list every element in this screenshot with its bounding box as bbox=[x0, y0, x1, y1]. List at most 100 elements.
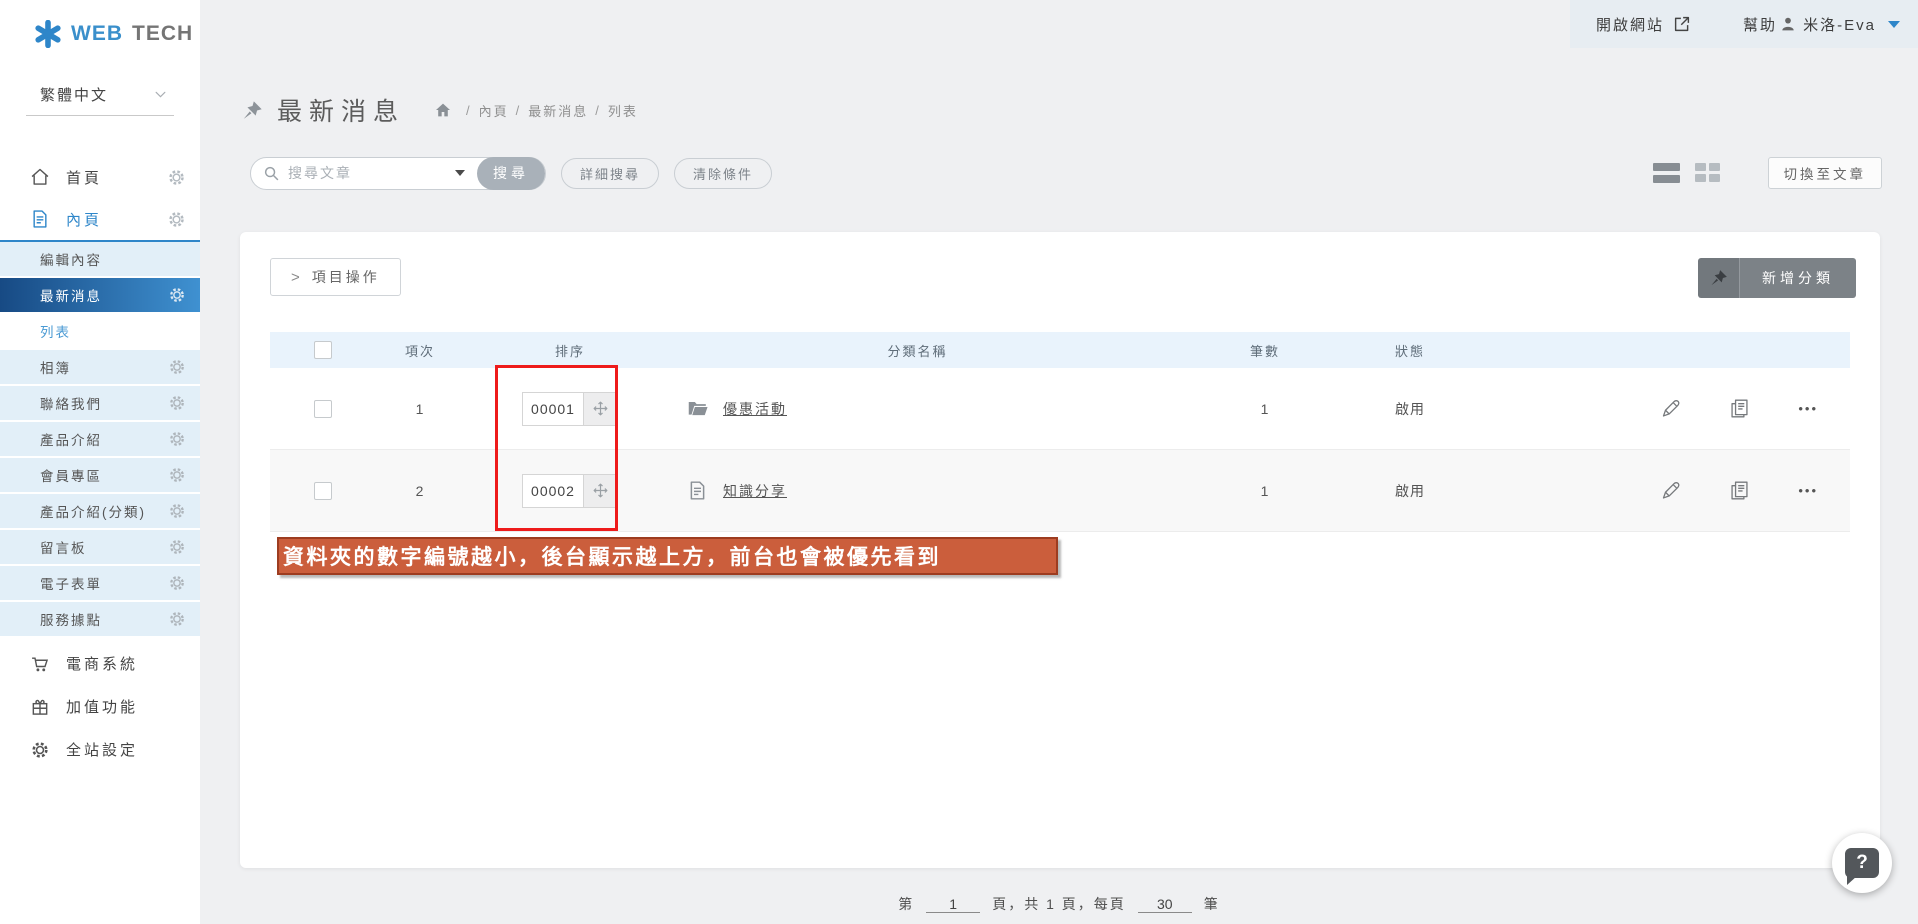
brand-logo: WEB TECH bbox=[0, 0, 200, 48]
search-bar: 搜尋 bbox=[250, 157, 546, 190]
panel-header: > 項目操作 新增分類 bbox=[240, 232, 1880, 298]
sidebar-subitem-list[interactable]: 列表 bbox=[0, 314, 200, 348]
gear-icon[interactable] bbox=[168, 430, 186, 448]
sort-control bbox=[485, 474, 655, 508]
caret-down-icon bbox=[1888, 21, 1900, 28]
category-name-cell: 知識分享 bbox=[655, 480, 1180, 501]
per-page-input[interactable] bbox=[1138, 896, 1192, 913]
pagination: 第頁，共 1 頁，每頁筆 bbox=[200, 894, 1918, 914]
gear-icon[interactable] bbox=[168, 502, 186, 520]
gear-icon[interactable] bbox=[168, 394, 186, 412]
more-actions-icon[interactable]: ••• bbox=[1798, 402, 1818, 415]
category-table: 項次 排序 分類名稱 筆數 狀態 1 優惠活動 bbox=[270, 332, 1850, 532]
sidebar-item-home[interactable]: 首頁 bbox=[0, 156, 200, 198]
search-input[interactable] bbox=[288, 165, 451, 181]
sidebar-subitem-message-board[interactable]: 留言板 bbox=[0, 530, 200, 564]
edit-pencil-icon[interactable] bbox=[1660, 398, 1681, 419]
user-name: 米洛-Eva bbox=[1803, 14, 1876, 35]
language-selector[interactable]: 繁體中文 bbox=[26, 78, 174, 116]
category-list-panel: > 項目操作 新增分類 項次 排序 分類名稱 筆數 狀態 bbox=[240, 232, 1880, 868]
row-checkbox[interactable] bbox=[314, 482, 332, 500]
list-view-icon[interactable] bbox=[1653, 163, 1680, 183]
more-actions-icon[interactable]: ••• bbox=[1798, 484, 1818, 497]
row-count: 1 bbox=[1180, 401, 1350, 417]
copy-icon[interactable] bbox=[1729, 480, 1750, 501]
document-icon bbox=[687, 480, 708, 501]
item-actions-label: 項目操作 bbox=[312, 267, 380, 287]
home-icon[interactable] bbox=[435, 102, 451, 118]
gear-icon[interactable] bbox=[167, 168, 186, 187]
help-link[interactable]: 幫助 bbox=[1743, 14, 1777, 35]
sidebar-item-site-settings[interactable]: 全站設定 bbox=[0, 728, 200, 771]
category-link[interactable]: 知識分享 bbox=[723, 481, 787, 501]
sidebar-subitem-products-categorized[interactable]: 產品介紹(分類) bbox=[0, 494, 200, 528]
toolbar: 搜尋 詳細搜尋 清除條件 切換至文章 bbox=[250, 156, 1882, 190]
gear-icon bbox=[30, 740, 50, 760]
home-icon bbox=[30, 167, 50, 187]
sidebar-item-addons[interactable]: 加值功能 bbox=[0, 685, 200, 728]
sidebar-item-ecommerce[interactable]: 電商系統 bbox=[0, 642, 200, 685]
sidebar-subitem-contact-us[interactable]: 聯絡我們 bbox=[0, 386, 200, 420]
sort-order-input[interactable] bbox=[522, 474, 584, 508]
gear-icon[interactable] bbox=[168, 286, 186, 304]
sidebar-item-inner-pages[interactable]: 內頁 bbox=[0, 198, 200, 240]
table-row: 2 知識分享 1 啟用 ••• bbox=[270, 450, 1850, 532]
switch-to-articles-button[interactable]: 切換至文章 bbox=[1768, 157, 1883, 189]
gear-icon[interactable] bbox=[168, 610, 186, 628]
add-category-button[interactable]: 新增分類 bbox=[1698, 258, 1856, 298]
sidebar-menu: 首頁 內頁 編輯內容 最新消息 列表 相簿 聯絡我們 bbox=[0, 156, 200, 771]
search-button[interactable]: 搜尋 bbox=[477, 157, 545, 190]
drag-handle[interactable] bbox=[584, 392, 618, 426]
user-menu[interactable]: 米洛-Eva bbox=[1780, 14, 1900, 35]
sidebar-subitem-edit-content[interactable]: 編輯內容 bbox=[0, 242, 200, 276]
drag-handle[interactable] bbox=[584, 474, 618, 508]
copy-icon[interactable] bbox=[1729, 398, 1750, 419]
breadcrumb-item[interactable]: 內頁 bbox=[479, 101, 509, 120]
chevron-down-icon bbox=[153, 87, 168, 102]
help-fab-button[interactable]: ? bbox=[1832, 833, 1892, 893]
row-index: 2 bbox=[355, 483, 485, 499]
language-label: 繁體中文 bbox=[40, 84, 108, 105]
gear-icon[interactable] bbox=[168, 358, 186, 376]
row-status: 啟用 bbox=[1350, 399, 1470, 419]
sidebar: WEB TECH 繁體中文 首頁 內頁 編輯內容 最新消息 列表 bbox=[0, 0, 200, 924]
external-link-icon bbox=[1673, 15, 1691, 33]
folder-icon bbox=[687, 398, 708, 419]
gear-icon[interactable] bbox=[167, 210, 186, 229]
sidebar-item-label: 加值功能 bbox=[66, 696, 138, 717]
gear-icon[interactable] bbox=[168, 574, 186, 592]
main-content: 最新消息 / 內頁 / 最新消息 / 列表 搜尋 詳細搜尋 清除條件 切換至文章 bbox=[200, 0, 1918, 924]
pagination-middle: 頁，共 1 頁，每頁 bbox=[992, 896, 1126, 912]
subitem-label: 編輯內容 bbox=[40, 249, 102, 269]
category-link[interactable]: 優惠活動 bbox=[723, 399, 787, 419]
item-actions-button[interactable]: > 項目操作 bbox=[270, 258, 401, 296]
sidebar-subitem-latest-news[interactable]: 最新消息 bbox=[0, 278, 200, 312]
edit-pencil-icon[interactable] bbox=[1660, 480, 1681, 501]
asterisk-logo-icon bbox=[34, 20, 62, 48]
chevron-right-icon: > bbox=[291, 269, 300, 286]
breadcrumb-separator: / bbox=[595, 103, 601, 118]
grid-view-icon[interactable] bbox=[1695, 163, 1721, 183]
sidebar-subitem-service-locations[interactable]: 服務據點 bbox=[0, 602, 200, 636]
gear-icon[interactable] bbox=[168, 466, 186, 484]
advanced-search-button[interactable]: 詳細搜尋 bbox=[561, 158, 659, 189]
pin-segment[interactable] bbox=[1698, 258, 1740, 298]
sidebar-subitem-eforms[interactable]: 電子表單 bbox=[0, 566, 200, 600]
page-number-input[interactable] bbox=[926, 896, 980, 913]
sidebar-subitem-products[interactable]: 產品介紹 bbox=[0, 422, 200, 456]
clear-filters-button[interactable]: 清除條件 bbox=[674, 158, 772, 189]
cart-icon bbox=[30, 654, 50, 674]
row-checkbox[interactable] bbox=[314, 400, 332, 418]
sidebar-subitem-album[interactable]: 相簿 bbox=[0, 350, 200, 384]
select-all-checkbox[interactable] bbox=[314, 341, 332, 359]
sidebar-subitem-members[interactable]: 會員專區 bbox=[0, 458, 200, 492]
open-website-link[interactable]: 開啟網站 bbox=[1596, 14, 1691, 35]
breadcrumb-separator: / bbox=[516, 103, 522, 118]
sort-order-input[interactable] bbox=[522, 392, 584, 426]
page-header: 最新消息 / 內頁 / 最新消息 / 列表 bbox=[242, 92, 638, 128]
breadcrumb-item[interactable]: 列表 bbox=[608, 101, 638, 120]
search-scope-dropdown-icon[interactable] bbox=[455, 170, 465, 176]
user-icon bbox=[1780, 16, 1796, 32]
breadcrumb-item[interactable]: 最新消息 bbox=[528, 101, 588, 120]
gear-icon[interactable] bbox=[168, 538, 186, 556]
